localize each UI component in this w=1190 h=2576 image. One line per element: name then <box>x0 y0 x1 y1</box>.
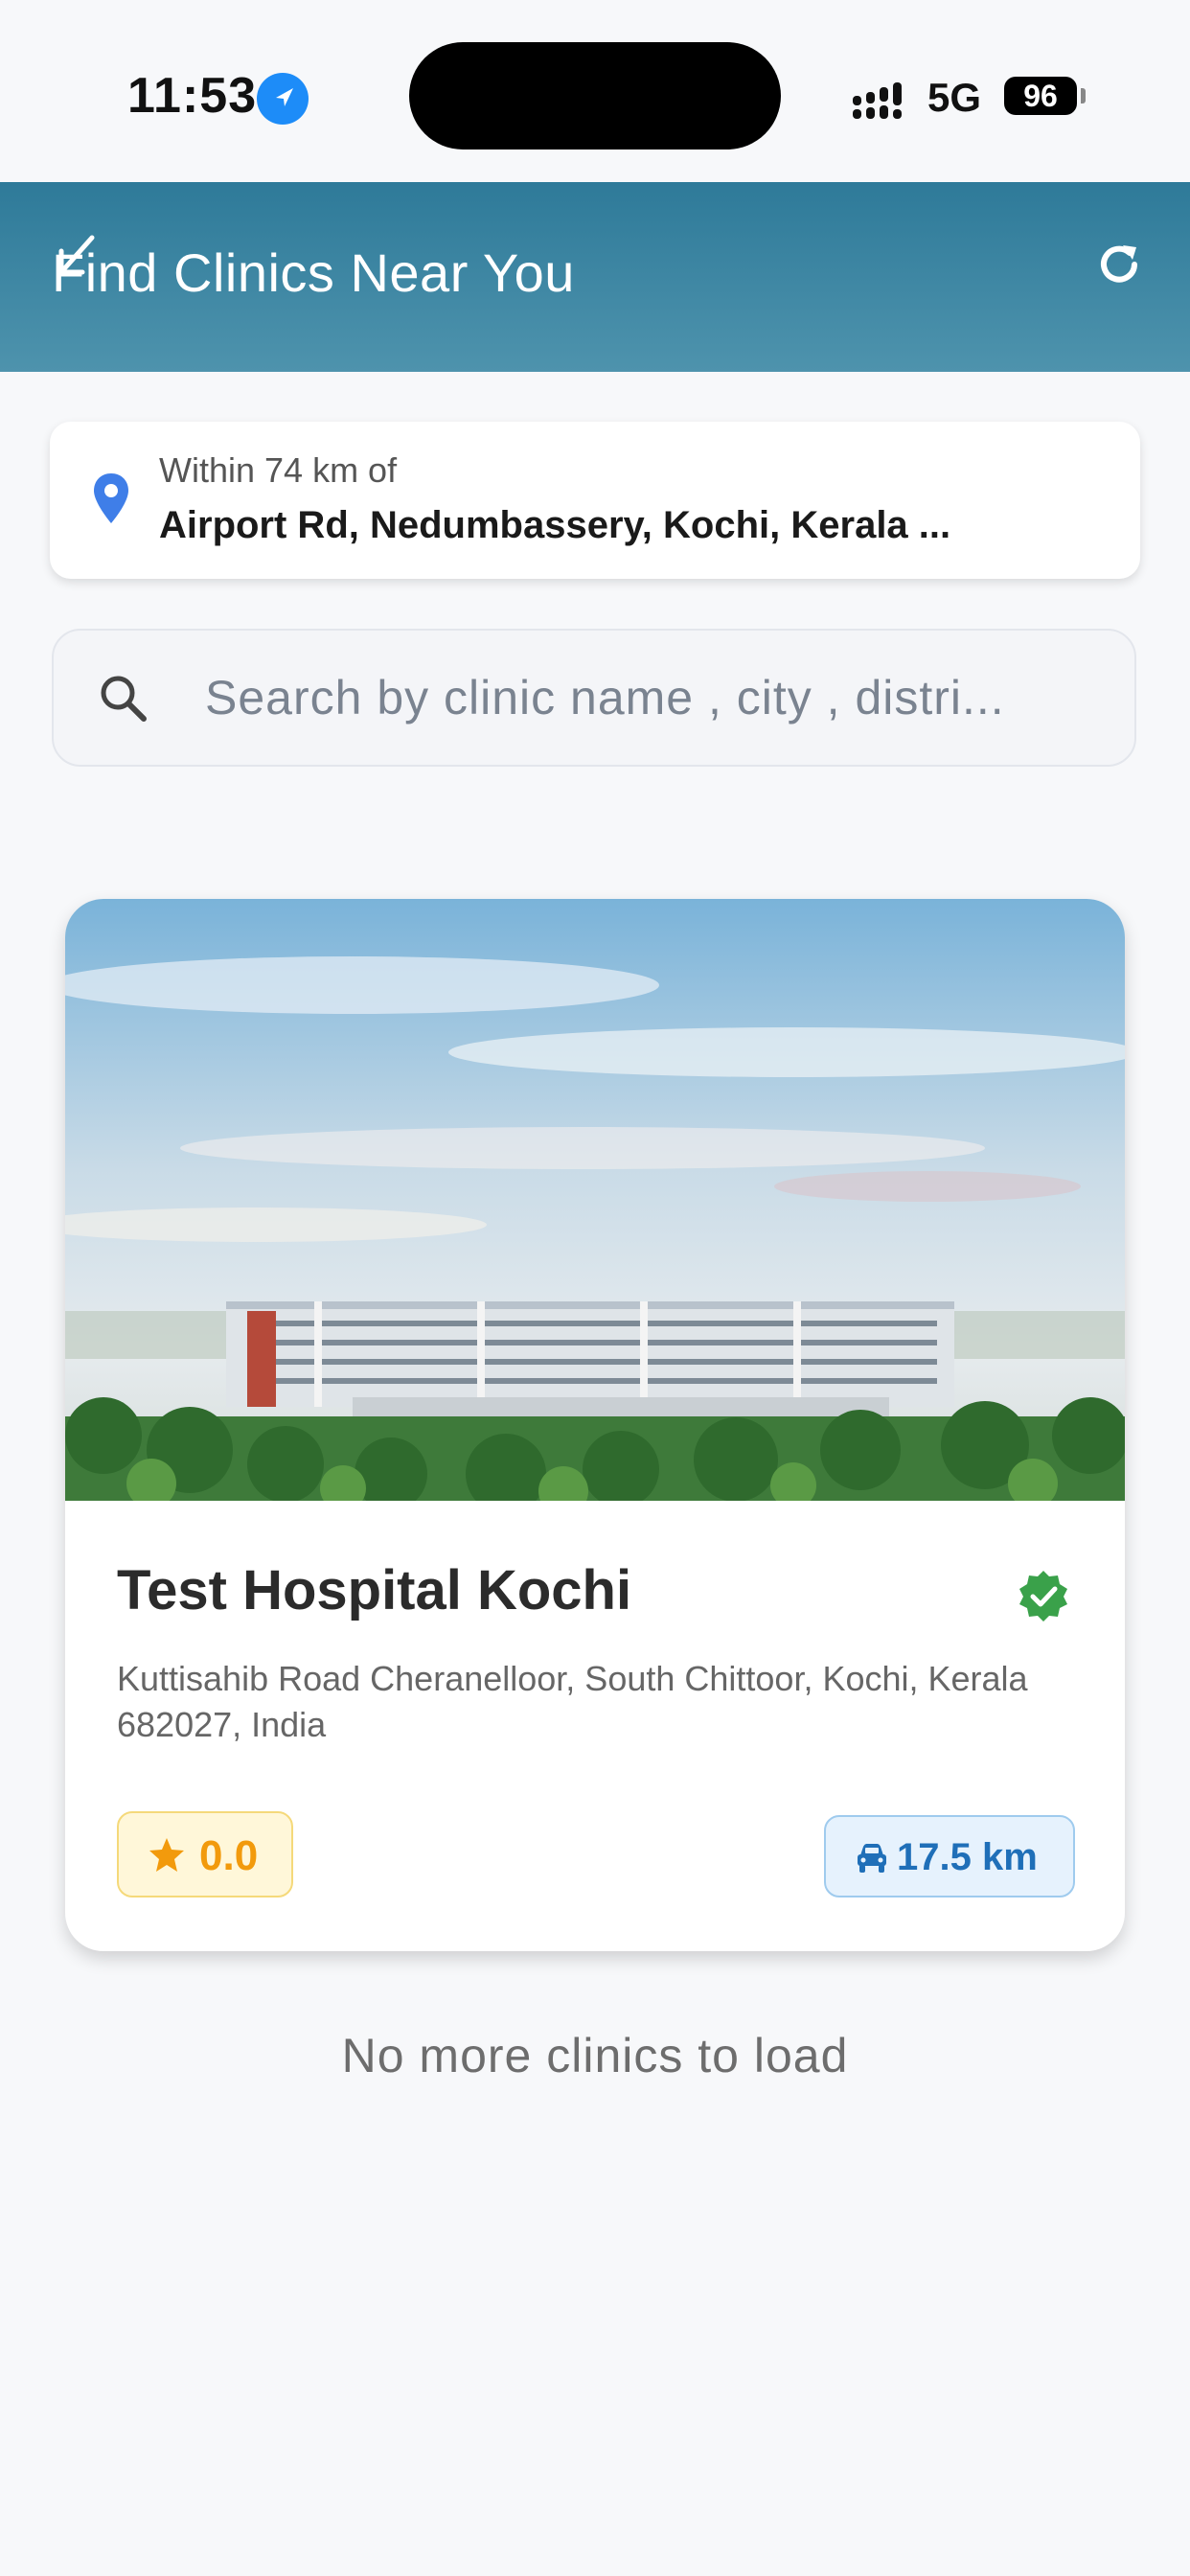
distance-badge: 17.5 km <box>824 1815 1075 1898</box>
back-arrow-icon[interactable] <box>50 228 107 286</box>
verified-badge-icon <box>1019 1571 1067 1622</box>
rating-badge: 0.0 <box>117 1811 293 1898</box>
status-bar: 11:53 5G 96 <box>0 0 1190 182</box>
app-bar: Find Clinics Near You <box>0 182 1190 372</box>
car-icon <box>858 1844 886 1873</box>
clinic-photo <box>65 899 1125 1501</box>
location-radius-label: Within 74 km of <box>159 450 398 490</box>
star-icon <box>149 1838 184 1872</box>
distance-value: 17.5 km <box>897 1836 1038 1878</box>
status-time: 11:53 <box>127 68 258 124</box>
signal-icon <box>853 82 902 119</box>
end-of-list-message: No more clinics to load <box>341 2029 849 2082</box>
search-icon <box>101 676 147 722</box>
search-bar[interactable] <box>52 629 1136 767</box>
location-card[interactable]: Within 74 km of Airport Rd, Nedumbassery… <box>50 422 1140 579</box>
location-services-icon <box>257 73 309 125</box>
clinic-address: Kuttisahib Road Cheranelloor, South Chit… <box>117 1659 1028 1744</box>
location-address: Airport Rd, Nedumbassery, Kochi, Kerala … <box>159 504 951 546</box>
search-input[interactable] <box>205 654 1115 742</box>
battery-indicator: 96 <box>1004 77 1077 115</box>
rating-value: 0.0 <box>199 1832 259 1879</box>
dynamic-island <box>409 42 781 150</box>
battery-cap <box>1081 88 1086 104</box>
location-pin-icon <box>94 473 128 523</box>
network-type: 5G <box>927 75 982 120</box>
clinic-card[interactable]: Test Hospital Kochi Kuttisahib Road Cher… <box>65 899 1125 1951</box>
page-title: Find Clinics Near You <box>52 242 575 303</box>
refresh-icon[interactable] <box>1090 236 1148 293</box>
clinic-name: Test Hospital Kochi <box>117 1559 632 1622</box>
